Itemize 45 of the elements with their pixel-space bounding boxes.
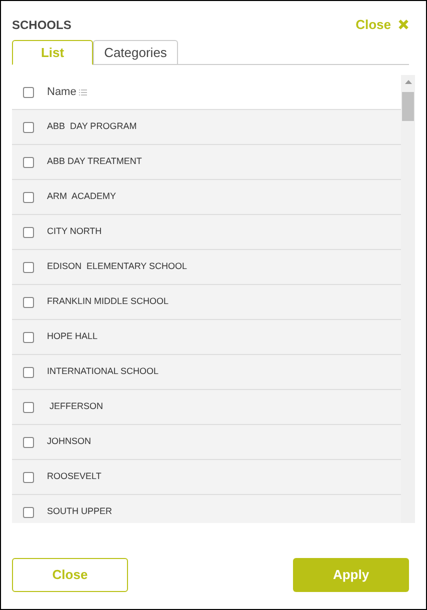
school-name: HOPE HALL bbox=[47, 330, 98, 344]
table-row[interactable]: JOHNSON bbox=[12, 425, 401, 460]
school-name: INTERNATIONAL SCHOOL bbox=[47, 365, 159, 378]
table-row[interactable]: ARM ACADEMY bbox=[12, 180, 401, 215]
table-row[interactable]: JEFFERSON bbox=[12, 390, 401, 425]
checkbox[interactable] bbox=[23, 506, 34, 518]
scrollbar-thumb[interactable] bbox=[402, 92, 414, 121]
school-name: SOUTH UPPER bbox=[47, 505, 112, 518]
table-row[interactable]: CITY NORTH bbox=[12, 215, 401, 250]
checkbox[interactable] bbox=[23, 122, 34, 132]
dialog-title: SCHOOLS bbox=[12, 16, 72, 34]
column-header[interactable]: Name bbox=[47, 84, 76, 100]
school-name: JEFFERSON bbox=[48, 400, 104, 414]
checkbox[interactable] bbox=[23, 156, 34, 168]
checkbox[interactable] bbox=[23, 192, 34, 202]
school-name: CITY NORTH bbox=[47, 225, 102, 238]
list-icon bbox=[79, 88, 88, 96]
checkbox[interactable] bbox=[23, 472, 34, 482]
close-icon bbox=[398, 19, 409, 30]
school-name: ROOSEVELT bbox=[47, 470, 102, 484]
checkbox[interactable] bbox=[23, 436, 34, 448]
table-row[interactable]: SOUTH UPPER bbox=[12, 495, 401, 523]
school-name: FRANKLIN MIDDLE SCHOOL bbox=[47, 295, 169, 308]
scroll-up-icon bbox=[404, 80, 412, 84]
school-name: ABB DAY PROGRAM bbox=[47, 120, 137, 134]
table-row[interactable]: EDISON ELEMENTARY SCHOOL bbox=[12, 250, 401, 285]
checkbox[interactable] bbox=[23, 296, 34, 308]
table-row[interactable]: FRANKLIN MIDDLE SCHOOL bbox=[12, 285, 401, 320]
tab[interactable]: Categories bbox=[93, 40, 178, 65]
checkbox[interactable] bbox=[23, 86, 34, 98]
scrollbar[interactable] bbox=[401, 75, 415, 523]
table-row[interactable]: ABB DAY TREATMENT bbox=[12, 145, 401, 180]
checkbox[interactable] bbox=[23, 366, 34, 378]
school-name: JOHNSON bbox=[47, 435, 92, 448]
table-row[interactable]: ABB DAY PROGRAM bbox=[12, 110, 401, 145]
checkbox[interactable] bbox=[23, 226, 34, 238]
school-name: ABB DAY TREATMENT bbox=[47, 155, 142, 168]
table-row[interactable]: HOPE HALL bbox=[12, 320, 401, 355]
checkbox[interactable] bbox=[23, 262, 34, 272]
school-name: EDISON ELEMENTARY SCHOOL bbox=[47, 260, 188, 274]
table-row[interactable]: INTERNATIONAL SCHOOL bbox=[12, 355, 401, 390]
table-row[interactable]: ROOSEVELT bbox=[12, 460, 401, 495]
checkbox[interactable] bbox=[23, 332, 34, 342]
checkbox[interactable] bbox=[23, 402, 34, 412]
school-name: ARM ACADEMY bbox=[47, 190, 116, 204]
